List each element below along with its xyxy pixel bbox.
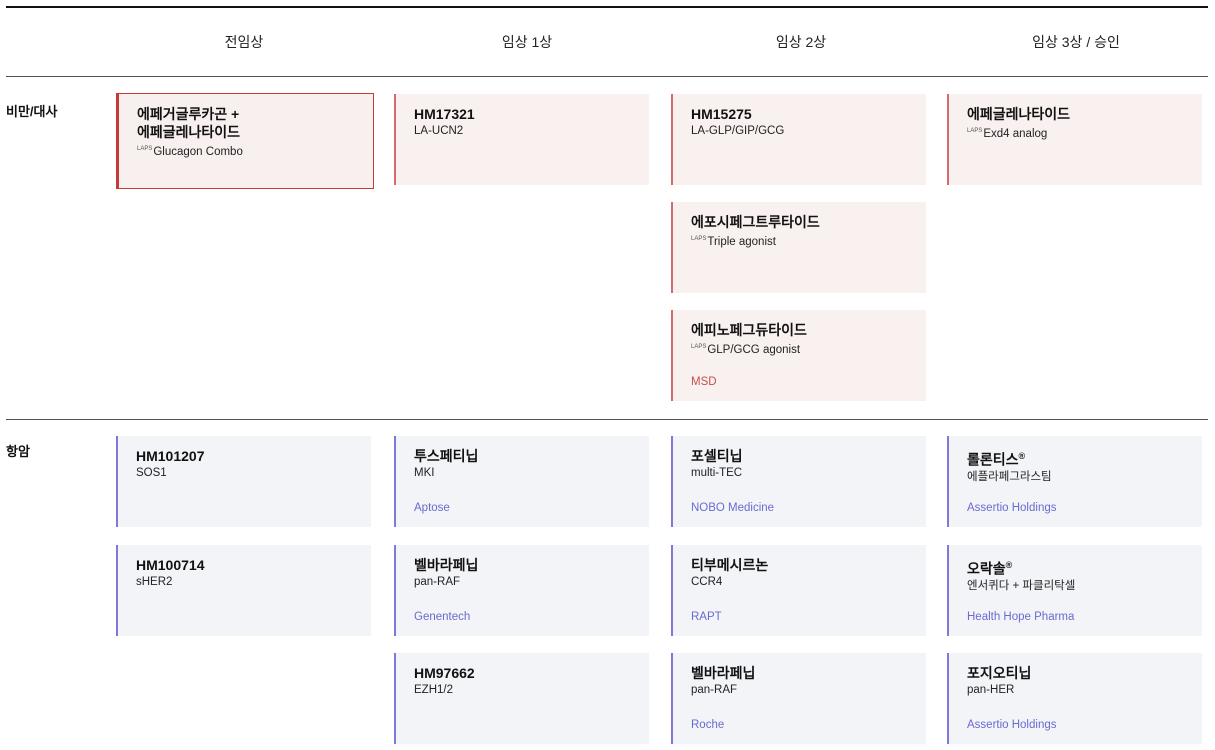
stage-header-phase2: 임상 2상 <box>775 34 827 50</box>
pipeline-card-tuspetinib[interactable]: 투스페티닙 MKI Aptose <box>394 436 649 527</box>
drug-target: 에플라페그라스팀 <box>967 470 1052 483</box>
pipeline-card-hm101207[interactable]: HM101207 SOS1 <box>116 436 371 527</box>
partner-name: Genentech <box>414 611 471 623</box>
stage-header-phase1: 임상 1상 <box>501 34 553 50</box>
partner-name: Aptose <box>414 502 450 514</box>
pipeline-card-hm100714[interactable]: HM100714 sHER2 <box>116 545 371 636</box>
drug-target: pan-RAF <box>414 576 461 588</box>
pipeline-card-rolontis[interactable]: 롤론티스® 에플라페그라스팀 Assertio Holdings <box>947 436 1202 527</box>
stage-header-phase3-approval: 임상 3상 / 승인 <box>1032 34 1120 50</box>
pipeline-card-efpeglucagon-combo[interactable]: 에페거글루카곤 + 에페글레나타이드 LAPSGlucagon Combo <box>116 93 374 189</box>
drug-name: 에포시페그트루타이드 <box>691 214 820 230</box>
pipeline-card-efocipegtrutide[interactable]: 에포시페그트루타이드 LAPSTriple agonist <box>671 202 926 293</box>
partner-name: NOBO Medicine <box>691 502 775 514</box>
drug-target: LAPSTriple agonist <box>691 236 776 248</box>
pipeline-card-oraxol[interactable]: 오락솔® 엔서퀴다 + 파클리탁셀 Health Hope Pharma <box>947 545 1202 636</box>
drug-name: 티부메시르논 <box>691 557 769 573</box>
drug-target: LA-UCN2 <box>414 125 464 137</box>
drug-name: 포셀티닙 <box>691 448 743 464</box>
pipeline-card-efpeglenatide[interactable]: 에페글레나타이드 LAPSExd4 analog <box>947 94 1202 185</box>
pipeline-card-belvarafenib-genentech[interactable]: 벨바라페닙 pan-RAF Genentech <box>394 545 649 636</box>
drug-target: pan-HER <box>967 684 1015 696</box>
pipeline-card-hm17321[interactable]: HM17321 LA-UCN2 <box>394 94 649 185</box>
partner-name: Assertio Holdings <box>967 719 1057 731</box>
drug-name: HM101207 <box>136 448 205 464</box>
drug-target: MKI <box>414 467 435 479</box>
partner-name: Assertio Holdings <box>967 502 1057 514</box>
drug-target: sHER2 <box>136 576 173 588</box>
drug-name: 벨바라페닙 <box>691 665 756 681</box>
partner-name: RAPT <box>691 611 722 623</box>
drug-target: pan-RAF <box>691 684 738 696</box>
drug-name: 투스페티닙 <box>414 448 479 464</box>
drug-name: HM97662 <box>414 665 475 681</box>
partner-name: MSD <box>691 376 717 388</box>
pipeline-card-poziotinib[interactable]: 포지오티닙 pan-HER Assertio Holdings <box>947 653 1202 744</box>
partner-name: Health Hope Pharma <box>967 611 1075 623</box>
table-top-rule <box>6 6 1208 8</box>
drug-target: 엔서퀴다 + 파클리탁셀 <box>967 579 1076 592</box>
drug-name: 에페거글루카곤 + 에페글레나타이드 <box>137 106 241 140</box>
drug-name: HM100714 <box>136 557 205 573</box>
drug-name: 포지오티닙 <box>967 665 1032 681</box>
drug-name: 에페글레나타이드 <box>967 106 1071 122</box>
pipeline-card-poseltinib[interactable]: 포셀티닙 multi-TEC NOBO Medicine <box>671 436 926 527</box>
drug-target: multi-TEC <box>691 467 743 479</box>
stage-header-preclinical: 전임상 <box>224 34 264 50</box>
drug-name: 벨바라페닙 <box>414 557 479 573</box>
drug-target: LAPSExd4 analog <box>967 128 1048 140</box>
header-divider <box>6 76 1208 77</box>
drug-target: LAPSGLP/GCG agonist <box>691 344 801 356</box>
drug-name: HM17321 <box>414 106 475 122</box>
category-oncology: 항암 <box>6 444 30 459</box>
drug-name: 오락솔® <box>967 560 1013 577</box>
drug-name: 에피노페그듀타이드 <box>691 322 807 338</box>
drug-target: LAPSGlucagon Combo <box>137 146 243 158</box>
pipeline-card-belvarafenib-roche[interactable]: 벨바라페닙 pan-RAF Roche <box>671 653 926 744</box>
category-metabolic: 비만/대사 <box>6 104 58 119</box>
drug-target: CCR4 <box>691 576 723 588</box>
pipeline-card-tivumecirnon[interactable]: 티부메시르논 CCR4 RAPT <box>671 545 926 636</box>
partner-name: Roche <box>691 719 725 731</box>
drug-target: SOS1 <box>136 467 167 479</box>
drug-target: EZH1/2 <box>414 684 453 696</box>
drug-target: LA-GLP/GIP/GCG <box>691 125 785 137</box>
drug-name: 롤론티스® <box>967 451 1026 468</box>
pipeline-card-efinopegdutide[interactable]: 에피노페그듀타이드 LAPSGLP/GCG agonist MSD <box>671 310 926 401</box>
section-divider <box>6 419 1208 420</box>
pipeline-card-hm15275[interactable]: HM15275 LA-GLP/GIP/GCG <box>671 94 926 185</box>
pipeline-card-hm97662[interactable]: HM97662 EZH1/2 <box>394 653 649 744</box>
drug-name: HM15275 <box>691 106 752 122</box>
